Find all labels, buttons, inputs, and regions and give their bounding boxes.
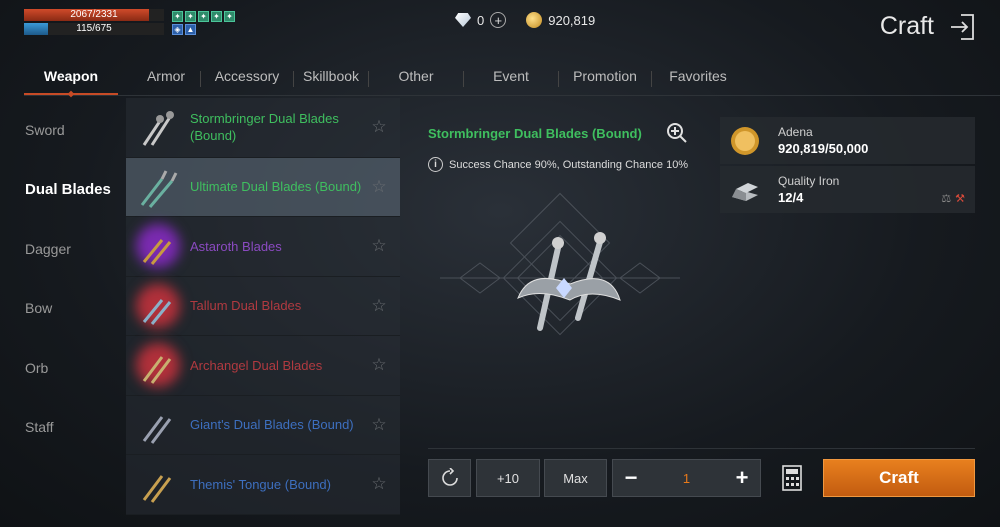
sidebar-item-dual-blades[interactable]: Dual Blades [0, 160, 125, 220]
item-name: Ultimate Dual Blades (Bound) [190, 179, 362, 195]
material-value: 920,819/50,000 [778, 141, 869, 156]
star-icon[interactable]: ☆ [370, 118, 388, 136]
list-item[interactable]: Themis' Tongue (Bound) ☆ [126, 455, 400, 515]
sidebar-item-orb[interactable]: Orb [0, 338, 125, 398]
max-button[interactable]: Max [544, 459, 607, 497]
craft-button[interactable]: Craft [823, 459, 975, 497]
shield-icon[interactable]: ◈ [172, 24, 183, 35]
buff-icon[interactable]: ✦ [185, 11, 196, 22]
adena-count: 920,819 [548, 12, 596, 28]
hp-text: 2067/2331 [70, 9, 118, 20]
minus-button[interactable]: − [613, 465, 649, 491]
scale-icon[interactable]: ⚖ [941, 192, 951, 205]
dual-blades-icon [130, 159, 186, 215]
tab-accessory[interactable]: Accessory [201, 60, 293, 95]
plus-button[interactable]: + [724, 465, 760, 491]
dual-blades-icon [130, 99, 186, 155]
iron-ingot-icon [732, 182, 758, 201]
adena-coin-icon [731, 126, 759, 155]
page-title: Craft [879, 12, 934, 40]
chance-text: Success Chance 90%, Outstanding Chance 1… [449, 158, 689, 171]
currency-bar: 0 + 920,819 [455, 12, 595, 28]
material-adena[interactable]: Adena 920,819/50,000 [720, 117, 975, 164]
controls-divider [428, 448, 975, 449]
reset-button[interactable] [428, 459, 471, 497]
buff-icon[interactable]: ✦ [211, 11, 222, 22]
category-tabs: Weapon Armor Accessory Skillbook Other E… [24, 60, 1000, 96]
sidebar-item-bow[interactable]: Bow [0, 279, 125, 339]
weapon-type-sidebar: Sword Dual Blades Dagger Bow Orb Staff [0, 100, 125, 457]
hammer-icon[interactable]: ⚒ [955, 192, 965, 205]
quantity-value[interactable]: 1 [649, 471, 724, 486]
arrow-up-icon[interactable]: ▲ [185, 24, 196, 35]
item-preview [440, 192, 680, 336]
tab-weapon[interactable]: Weapon [24, 60, 118, 95]
tab-favorites[interactable]: Favorites [652, 60, 744, 95]
dual-blades-icon [130, 397, 186, 453]
buff-icon[interactable]: ✦ [172, 11, 183, 22]
plus-ten-button[interactable]: +10 [476, 459, 540, 497]
material-label: Quality Iron [778, 174, 840, 188]
star-icon[interactable]: ☆ [370, 296, 388, 315]
list-item[interactable]: Giant's Dual Blades (Bound) ☆ [126, 395, 400, 455]
list-item[interactable]: Archangel Dual Blades ☆ [126, 336, 400, 396]
mp-text: 115/675 [76, 23, 112, 34]
dual-blades-icon [130, 218, 186, 274]
dual-blades-icon [130, 337, 186, 393]
item-name: Themis' Tongue (Bound) [190, 476, 331, 492]
item-list[interactable]: Stormbringer Dual Blades (Bound) ☆ Ultim… [126, 98, 400, 527]
dual-blades-icon [130, 278, 186, 334]
material-quality-iron[interactable]: Quality Iron 12/4 ⚖ ⚒ [720, 166, 975, 213]
buff-icon[interactable]: ✦ [224, 11, 235, 22]
add-diamond-icon[interactable]: + [490, 12, 507, 28]
tab-other[interactable]: Other [369, 60, 463, 95]
item-name: Stormbringer Dual Blades (Bound) [190, 111, 339, 144]
star-icon[interactable]: ☆ [370, 415, 388, 434]
star-icon[interactable]: ☆ [370, 475, 388, 493]
list-item[interactable]: Astaroth Blades ☆ [126, 217, 400, 277]
success-chance: i Success Chance 90%, Outstanding Chance… [428, 157, 688, 172]
tab-event[interactable]: Event [464, 60, 558, 95]
adena-coin-icon [526, 12, 543, 28]
buff-icon[interactable]: ✦ [198, 11, 209, 22]
item-name: Tallum Dual Blades [190, 298, 302, 314]
tab-armor[interactable]: Armor [132, 60, 200, 95]
tab-skillbook[interactable]: Skillbook [294, 60, 368, 95]
material-shortcuts: ⚖ ⚒ [941, 192, 965, 205]
sidebar-item-staff[interactable]: Staff [0, 398, 125, 458]
list-item[interactable]: Stormbringer Dual Blades (Bound) ☆ [126, 98, 400, 158]
quantity-stepper: − 1 + [612, 459, 761, 497]
star-icon[interactable]: ☆ [370, 237, 388, 255]
sidebar-item-dagger[interactable]: Dagger [0, 219, 125, 279]
info-icon[interactable]: i [428, 157, 443, 172]
reset-icon [441, 468, 458, 486]
star-icon[interactable]: ☆ [370, 356, 388, 374]
list-item[interactable]: Tallum Dual Blades ☆ [126, 276, 400, 336]
selected-item-title: Stormbringer Dual Blades (Bound) [428, 126, 642, 141]
item-name: Giant's Dual Blades (Bound) [190, 417, 354, 433]
list-item[interactable]: Ultimate Dual Blades (Bound) ☆ [126, 157, 400, 217]
hp-bar: 2067/2331 [24, 9, 164, 21]
buff-list: ✦ ✦ ✦ ✦ ✦ ◈ ▲ [172, 11, 242, 35]
calculator-icon[interactable] [782, 465, 802, 491]
item-name: Astaroth Blades [190, 238, 282, 254]
zoom-icon[interactable] [666, 122, 688, 144]
diamond-count: 0 [477, 12, 485, 28]
star-icon[interactable]: ☆ [370, 177, 388, 196]
item-name: Archangel Dual Blades [190, 357, 323, 373]
sidebar-item-sword[interactable]: Sword [0, 100, 125, 160]
material-label: Adena [778, 125, 813, 139]
tab-promotion[interactable]: Promotion [559, 60, 651, 95]
exit-icon[interactable] [949, 13, 975, 41]
mp-bar: 115/675 [24, 23, 164, 35]
player-status: 2067/2331 115/675 [24, 9, 164, 37]
material-value: 12/4 [778, 190, 804, 205]
diamond-icon [455, 13, 471, 27]
dual-blades-icon [130, 456, 186, 512]
